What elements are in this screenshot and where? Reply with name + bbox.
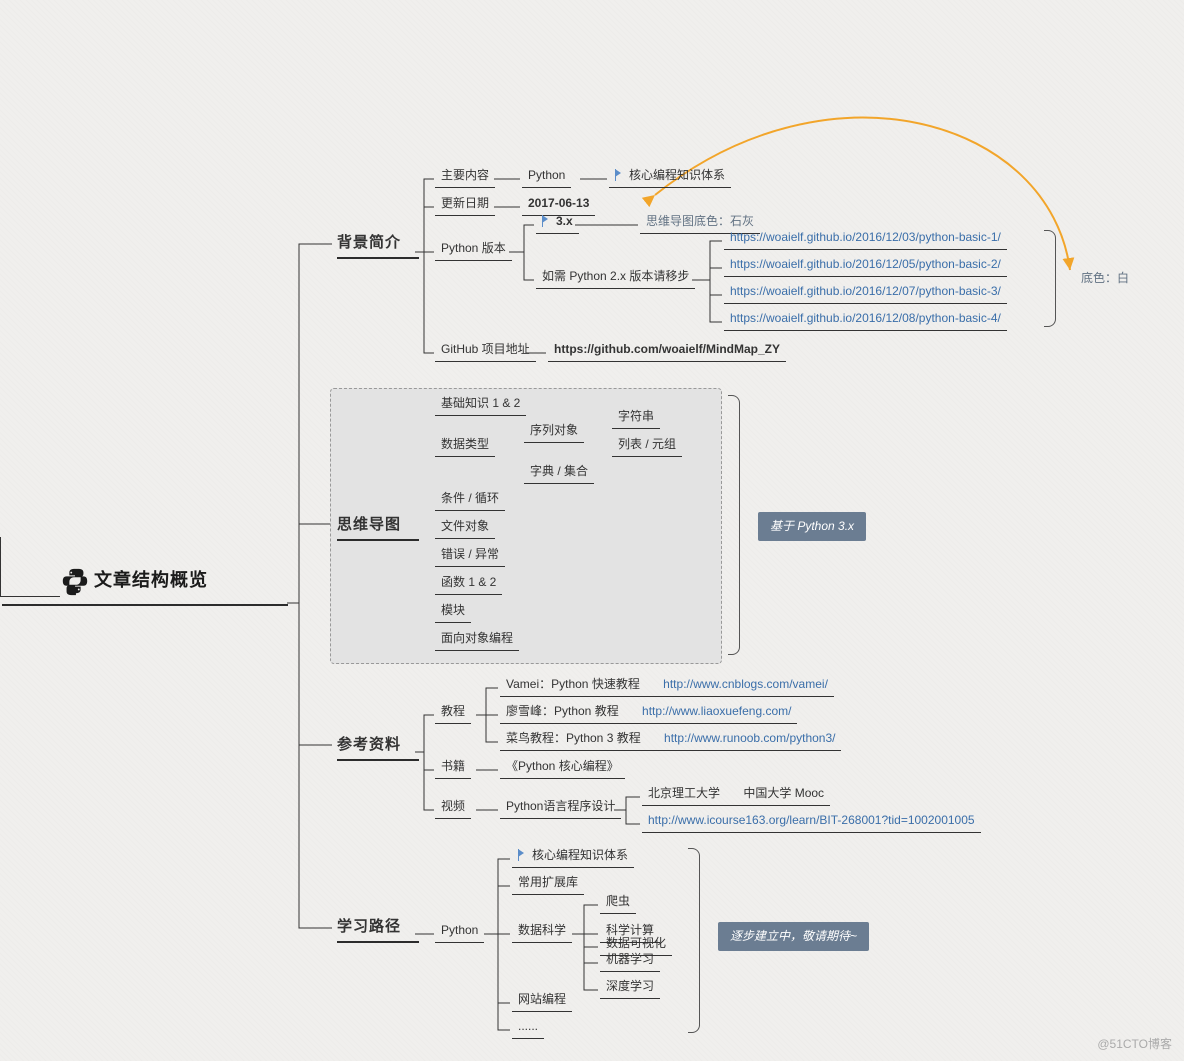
node-book-value: 《Python 核心编程》 <box>500 756 625 779</box>
section-learning-path: 学习路径 <box>333 914 423 945</box>
node-basic-12: 基础知识 1 & 2 <box>435 393 526 416</box>
node-sequence: 序列对象 <box>524 420 584 443</box>
node-core-knowledge-flag: 核心编程知识体系 <box>609 165 731 188</box>
node-main-content-value: Python <box>522 165 571 188</box>
flag-icon <box>542 215 552 225</box>
node-tut-runoob: 菜鸟教程：Python 3 教程 http://www.runoob.com/p… <box>500 728 841 751</box>
node-video-label: 视频 <box>435 796 471 819</box>
node-video-platform: 中国大学 Mooc <box>743 786 824 800</box>
node-python-version-label: Python 版本 <box>435 238 512 261</box>
link-vamei-url[interactable]: http://www.cnblogs.com/vamei/ <box>663 677 828 691</box>
node-path-etc: ...... <box>512 1016 544 1039</box>
node-file-obj: 文件对象 <box>435 516 495 539</box>
node-path-dl: 深度学习 <box>600 976 660 999</box>
link-basic-3[interactable]: https://woaielf.github.io/2016/12/07/pyt… <box>724 281 1007 304</box>
link-runoob-url[interactable]: http://www.runoob.com/python3/ <box>664 731 835 745</box>
node-python-2x-note: 如需 Python 2.x 版本请移步 <box>536 266 695 289</box>
node-core-knowledge-flag-text: 核心编程知识体系 <box>629 168 725 182</box>
bracket-learning-path <box>688 848 700 1033</box>
root-title: 文章结构概览 <box>90 568 212 593</box>
section-references: 参考资料 <box>333 732 423 763</box>
flag-icon <box>615 169 625 179</box>
node-tut-liao-name: 廖雪峰：Python 教程 <box>506 704 619 718</box>
root-underline <box>2 604 288 606</box>
link-basic-1[interactable]: https://woaielf.github.io/2016/12/03/pyt… <box>724 227 1007 250</box>
callout-based-on-py3: 基于 Python 3.x <box>758 512 866 541</box>
bracket-white-note <box>1044 230 1056 327</box>
link-basic-4[interactable]: https://woaielf.github.io/2016/12/08/pyt… <box>724 308 1007 331</box>
node-video-school: 北京理工大学 <box>648 786 720 800</box>
node-video-top: 北京理工大学 中国大学 Mooc <box>642 783 830 806</box>
link-liao-url[interactable]: http://www.liaoxuefeng.com/ <box>642 704 791 718</box>
root-node: 文章结构概览 <box>60 566 212 596</box>
root-stub-connector <box>0 537 60 597</box>
node-python-3x-text: 3.x <box>556 214 573 228</box>
python-logo-icon <box>60 566 90 596</box>
link-basic-2[interactable]: https://woaielf.github.io/2016/12/05/pyt… <box>724 254 1007 277</box>
callout-wip: 逐步建立中，敬请期待~ <box>718 922 869 951</box>
section-bg-intro: 背景简介 <box>333 230 423 261</box>
node-error-exception: 错误 / 异常 <box>435 544 505 567</box>
node-tut-liao: 廖雪峰：Python 教程 http://www.liaoxuefeng.com… <box>500 701 797 724</box>
note-bgcolor-white: 底色：白 <box>1075 268 1135 290</box>
section-mindmap: 思维导图 <box>333 512 423 543</box>
node-tut-vamei-name: Vamei：Python 快速教程 <box>506 677 640 691</box>
node-module: 模块 <box>435 600 471 623</box>
node-tutorial-label: 教程 <box>435 701 471 724</box>
node-dict-set: 字典 / 集合 <box>524 461 594 484</box>
node-path-ml: 机器学习 <box>600 949 660 972</box>
node-path-extlib: 常用扩展库 <box>512 872 584 895</box>
watermark: @51CTO博客 <box>1097 1036 1172 1053</box>
bracket-mindmap <box>728 395 740 655</box>
node-book-label: 书籍 <box>435 756 471 779</box>
node-path-spider: 爬虫 <box>600 891 636 914</box>
node-path-core: 核心编程知识体系 <box>512 845 634 868</box>
node-string: 字符串 <box>612 406 660 429</box>
node-path-datascience: 数据科学 <box>512 920 572 943</box>
node-oop: 面向对象编程 <box>435 628 519 651</box>
node-path-root: Python <box>435 920 484 943</box>
node-python-3x: 3.x <box>536 211 579 234</box>
node-tut-vamei: Vamei：Python 快速教程 http://www.cnblogs.com… <box>500 674 834 697</box>
node-function-12: 函数 1 & 2 <box>435 572 502 595</box>
node-video-course: Python语言程序设计 <box>500 796 621 819</box>
node-github-label: GitHub 项目地址 <box>435 339 536 362</box>
node-condition-loop: 条件 / 循环 <box>435 488 505 511</box>
node-update-label: 更新日期 <box>435 193 495 216</box>
node-main-content-label: 主要内容 <box>435 165 495 188</box>
link-video-url[interactable]: http://www.icourse163.org/learn/BIT-2680… <box>642 810 981 833</box>
link-github-url[interactable]: https://github.com/woaielf/MindMap_ZY <box>548 339 786 362</box>
node-list-tuple: 列表 / 元组 <box>612 434 682 457</box>
node-path-core-text: 核心编程知识体系 <box>532 848 628 862</box>
node-tut-runoob-name: 菜鸟教程：Python 3 教程 <box>506 731 641 745</box>
flag-icon <box>518 849 528 859</box>
node-path-web: 网站编程 <box>512 989 572 1012</box>
node-datatypes: 数据类型 <box>435 434 495 457</box>
